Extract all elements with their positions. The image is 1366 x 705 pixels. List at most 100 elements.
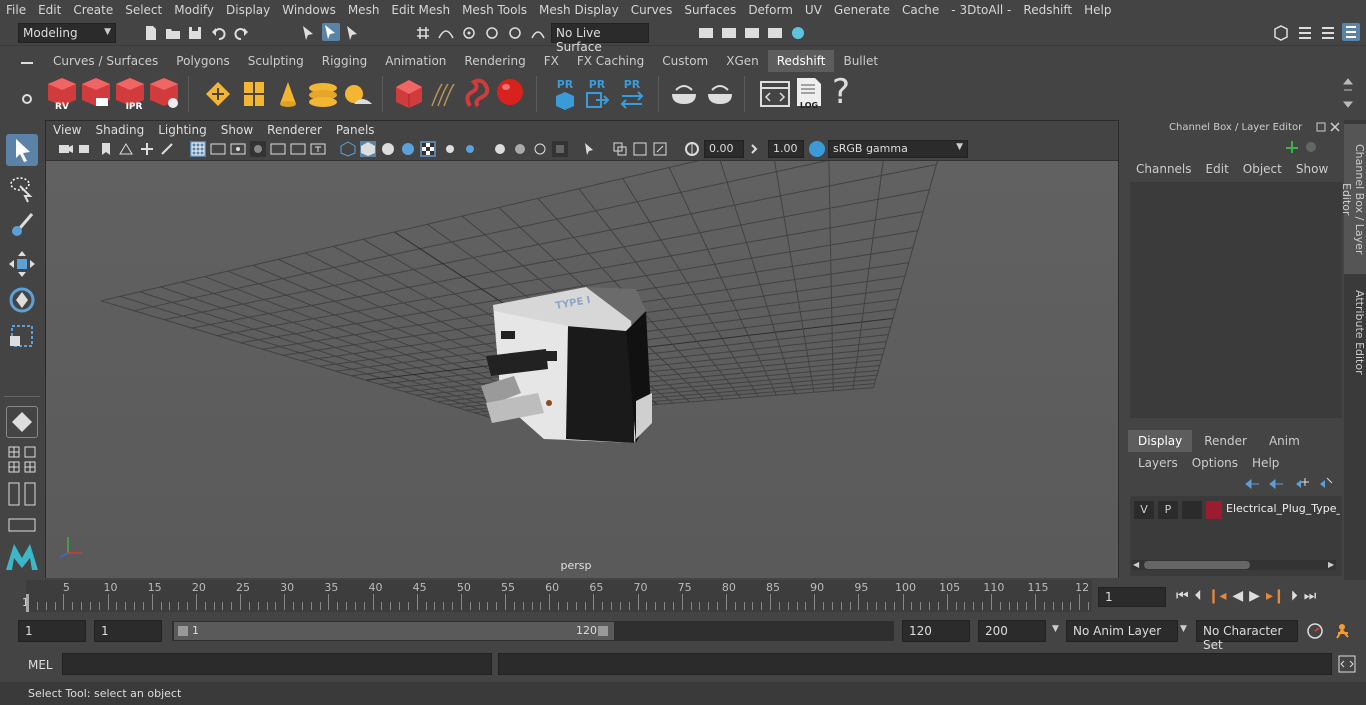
shadows-icon[interactable] [462,141,478,157]
help-question-icon[interactable]: ? [832,72,850,112]
proxy-import-icon[interactable]: PR [584,76,610,110]
channel-dot-icon[interactable] [1304,140,1318,154]
menu-mesh-display[interactable]: Mesh Display [533,3,625,17]
time-ruler[interactable]: 5 10 15 20 25 30 35 40 45 50 55 60 65 70 75 80 85 90 95 100… [26,580,1092,612]
shelf-tab-curves-surfaces[interactable]: Curves / Surfaces [44,50,167,72]
rv-snapshot-cube-icon[interactable] [80,76,112,112]
xray-active-icon[interactable] [632,141,648,157]
mel-label[interactable]: MEL [28,658,53,672]
move-layer-up-icon[interactable] [1244,478,1260,490]
layout-quad-icon[interactable] [8,461,20,473]
anim-layer-field[interactable]: No Anim Layer [1066,620,1178,642]
layer-name[interactable]: Electrical_Plug_Type_I [1226,502,1340,515]
snap-view-icon[interactable] [483,24,501,42]
ipr-render-icon[interactable] [743,24,761,42]
live-surface-field[interactable]: No Live Surface [551,23,649,54]
film-gate-icon[interactable] [210,142,226,156]
tab-render[interactable]: Render [1192,430,1259,452]
menu-create[interactable]: Create [67,3,119,17]
scroll-right-icon[interactable]: ▶ [1328,560,1334,569]
layer-row[interactable]: V P Electrical_Plug_Type_I [1132,500,1340,520]
float-panel-icon[interactable] [1316,122,1326,132]
tool-settings-icon[interactable] [1319,24,1337,42]
gamma-field[interactable]: 1.00 [768,140,804,158]
undo-icon[interactable] [210,24,228,42]
layout-four-icon[interactable] [8,446,20,458]
range-end-grip[interactable] [598,626,608,636]
step-forward-key-icon[interactable]: ⏵ [1291,588,1298,604]
menu-modify[interactable]: Modify [168,3,220,17]
viewport-menu-panels[interactable]: Panels [329,123,382,137]
modeling-toolkit-icon[interactable] [1272,24,1290,42]
menu-deform[interactable]: Deform [742,3,799,17]
frame-all-icon[interactable] [652,141,668,157]
move-layer-down-icon[interactable] [1268,478,1284,490]
light-dome-icon[interactable] [306,78,340,110]
anim-prefs-icon[interactable] [1334,622,1354,640]
shelf-tab-rendering[interactable]: Rendering [455,50,534,72]
xray-joints-icon[interactable] [612,141,628,157]
layout-single-icon[interactable] [24,446,36,458]
menu-help[interactable]: Help [1078,3,1117,17]
chevron-down-icon[interactable]: ▼ [1180,624,1187,634]
exposure-icon[interactable] [684,141,700,157]
image-plane-icon[interactable] [118,142,134,156]
volume-icon[interactable] [462,76,492,110]
motion-blur-icon[interactable] [512,141,528,157]
render-view-icon[interactable] [697,24,715,42]
sun-sky-icon[interactable] [340,78,374,110]
layers-menu[interactable]: Layers [1138,456,1178,470]
resolution-gate-icon[interactable] [230,142,246,156]
move-tool[interactable] [6,248,38,280]
menu-generate[interactable]: Generate [828,3,896,17]
default-material-icon[interactable] [380,141,396,157]
shelf-settings-icon[interactable] [20,92,34,106]
tab-display[interactable]: Display [1128,430,1193,452]
gate-mask-icon[interactable] [250,141,266,157]
lasso-tool[interactable] [6,172,38,204]
camera-select-icon[interactable] [58,142,74,156]
camera-attr-icon[interactable] [78,142,94,156]
character-set-field[interactable]: No Character Set [1196,620,1298,652]
light-portal-icon[interactable] [238,78,270,110]
menu-surfaces[interactable]: Surfaces [678,3,742,17]
playback-start-field[interactable]: 1 [94,620,162,642]
light-spot-icon[interactable] [272,78,304,110]
redo-icon[interactable] [232,24,250,42]
shelf-tab-polygons[interactable]: Polygons [167,50,238,72]
end-time-field[interactable]: 200 [978,620,1046,642]
play-backward-icon[interactable]: ◀ [1232,588,1243,604]
auto-key-icon[interactable] [1306,622,1324,640]
menu-mesh[interactable]: Mesh [342,3,386,17]
shelf-scroll-icon[interactable] [1342,76,1354,110]
scale-tool[interactable] [6,320,38,352]
menu-curves[interactable]: Curves [625,3,679,17]
go-to-end-icon[interactable]: ⏭ [1304,588,1317,604]
select-tool[interactable] [6,134,38,166]
step-forward-frame-icon[interactable]: ▸❙ [1266,588,1285,604]
paint-select-tool[interactable] [6,210,38,242]
new-layer-selected-icon[interactable] [1318,476,1334,490]
ambient-occlusion-icon[interactable] [492,141,508,157]
channel-options-icon[interactable] [1284,140,1300,154]
shelf-tab-redshift[interactable]: Redshift [767,50,835,72]
2d-pan-icon[interactable] [140,142,154,156]
close-panel-icon[interactable] [1330,122,1340,132]
layer-visibility-toggle[interactable]: V [1134,501,1154,519]
xray-icon[interactable] [420,141,436,157]
shelf-tab-bullet[interactable]: Bullet [834,50,887,72]
snap-point-icon[interactable] [460,24,478,42]
select-hierarchy-icon[interactable] [300,24,318,42]
range-bar[interactable]: 1 120 [172,621,894,641]
tab-attribute-editor[interactable]: Attribute Editor [1344,282,1366,382]
layout-grid-icon[interactable] [24,461,36,473]
menu-3dtoall[interactable]: - 3DtoAll - [945,3,1017,17]
rotate-tool[interactable] [6,284,38,316]
grid-toggle-icon[interactable] [190,141,206,157]
soft-select-tool[interactable] [6,406,38,438]
wireframe-shaded-icon[interactable] [400,141,416,157]
attribute-editor-icon[interactable] [1296,24,1314,42]
layer-color-swatch[interactable] [1206,501,1222,519]
select-object-icon[interactable] [322,23,340,41]
menu-file[interactable]: File [0,3,32,17]
